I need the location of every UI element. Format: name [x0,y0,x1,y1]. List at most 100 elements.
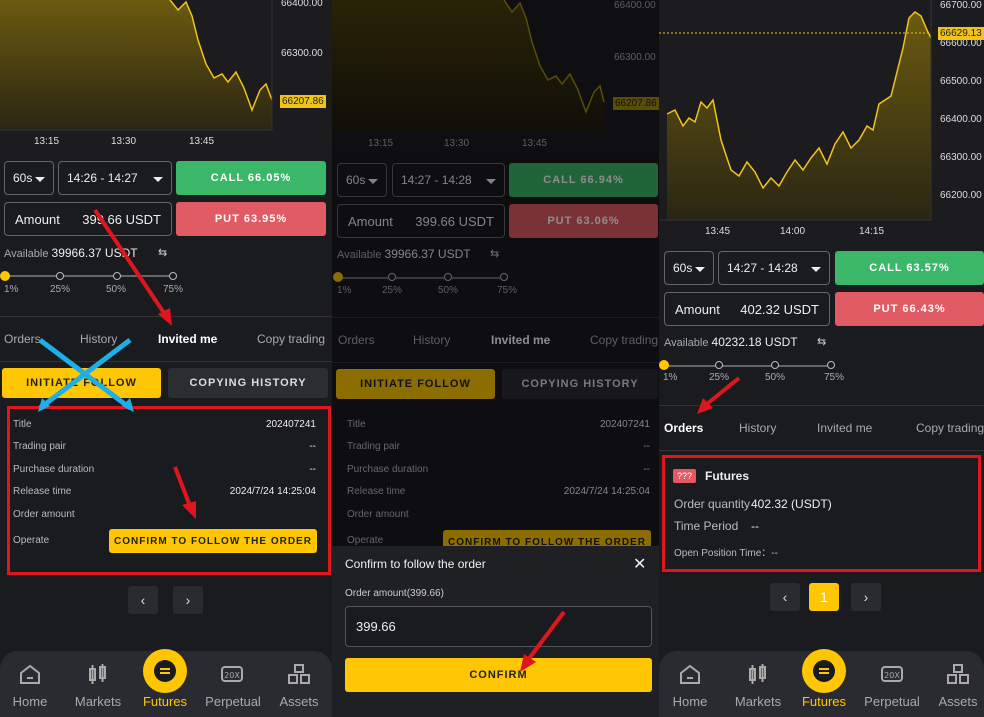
price-tag: 66207.86 [280,95,326,108]
swap-icon[interactable]: ⇆ [817,335,826,348]
nav-home[interactable]: Home [660,694,720,709]
perpetual-icon: 20X [221,666,243,682]
copying-history-button[interactable]: COPYING HISTORY [168,368,328,398]
y-tick-label: 66700.00 [940,0,982,11]
slider-percent: 75% [824,372,845,383]
time-range-select[interactable]: 14:26 - 14:27 [58,161,172,195]
put-button[interactable]: PUT 63.95% [176,202,326,236]
x-tick-label: 13:45 [705,226,731,237]
available-balance: Available 39966.37 USDT [4,246,138,260]
amount-field[interactable]: Amount 402.32 USDT [664,292,830,326]
nav-assets[interactable]: Assets [928,694,984,709]
confirm-follow-order-button[interactable]: CONFIRM TO FOLLOW THE ORDER [109,529,317,553]
swap-icon[interactable]: ⇆ [158,246,167,259]
interval-select[interactable]: 60s [4,161,54,195]
tab-orders[interactable]: Orders [4,332,41,346]
order-tabs: Orders History Invited me Copy trading [0,316,332,362]
initiate-follow-button[interactable]: INITIATE FOLLOW [2,368,161,398]
interval-value: 60s [13,171,33,185]
amount-field[interactable]: Amount 399.66 USDT [4,202,172,236]
slider-stop[interactable] [113,272,121,280]
nav-futures[interactable]: Futures [135,694,195,709]
detail-value: -- [309,464,316,475]
prev-page-button[interactable]: ‹ [128,586,158,614]
amount-slider[interactable] [6,275,174,277]
assets-icon [288,664,310,684]
chevron-down-icon [153,177,163,182]
call-button[interactable]: CALL 63.57% [835,251,984,285]
slider-handle[interactable] [659,360,669,370]
nav-futures[interactable]: Futures [794,694,854,709]
prev-page-button[interactable]: ‹ [770,583,800,611]
slider-percent: 50% [765,372,786,383]
chevron-down-icon [695,267,705,272]
interval-select[interactable]: 60s [664,251,714,285]
nav-perpetual[interactable]: Perpetual [202,694,264,709]
slider-stop[interactable] [715,361,723,369]
amount-slider[interactable] [665,365,833,367]
slider-stop[interactable] [56,272,64,280]
page-number-button[interactable]: 1 [809,583,839,611]
slider-percent: 1% [4,284,19,295]
nav-markets[interactable]: Markets [68,694,128,709]
slider-percent: 25% [709,372,730,383]
detail-label: Title [13,419,32,430]
available-value: 39966.37 USDT [51,246,138,260]
home-icon [20,664,40,684]
time-period-label: Time Period [674,519,739,533]
bottom-nav: Home Markets Futures 20X Perpetual Asset… [0,649,332,717]
tab-invited-me[interactable]: Invited me [158,332,217,346]
price-chart [659,0,984,240]
time-range-select[interactable]: 14:27 - 14:28 [718,251,830,285]
tab-copy-trading[interactable]: Copy trading [916,421,984,435]
interval-value: 60s [673,261,693,275]
slider-stop[interactable] [771,361,779,369]
put-button[interactable]: PUT 66.43% [835,292,984,326]
tab-invited-me[interactable]: Invited me [817,421,872,435]
chevron-left-icon: ‹ [140,592,146,608]
nav-markets[interactable]: Markets [728,694,788,709]
detail-value: 202407241 [265,419,316,430]
order-amount-value: 399.66 [356,619,396,634]
tab-history[interactable]: History [80,332,117,346]
tab-orders[interactable]: Orders [664,421,703,435]
slider-percent: 1% [663,372,678,383]
slider-handle[interactable] [0,271,10,281]
next-page-button[interactable]: › [851,583,881,611]
home-icon [680,664,700,684]
y-tick-label: 66400.00 [940,114,982,125]
perpetual-icon: 20X [881,666,903,682]
order-amount-input[interactable]: 399.66 [345,606,652,647]
x-tick-label: 14:00 [780,226,806,237]
nav-home[interactable]: Home [0,694,60,709]
slider-stop[interactable] [827,361,835,369]
futures-icon[interactable] [802,649,846,693]
svg-text:20X: 20X [224,671,240,680]
next-page-button[interactable]: › [173,586,203,614]
x-tick-label: 13:15 [34,136,60,147]
detail-label: Purchase duration [13,464,95,475]
svg-text:20X: 20X [884,671,900,680]
detail-label: Order amount [13,509,75,520]
time-range-value: 14:27 - 14:28 [727,261,798,275]
detail-label: Operate [13,535,50,546]
tab-copy-trading[interactable]: Copy trading [257,332,325,346]
call-button[interactable]: CALL 66.05% [176,161,326,195]
markets-icon [749,664,766,684]
price-tag: 66629.13 [938,27,984,40]
nav-perpetual[interactable]: Perpetual [860,694,924,709]
order-tabs: Orders History Invited me Copy trading [659,405,984,451]
close-icon[interactable]: ✕ [633,554,646,574]
nav-assets[interactable]: Assets [269,694,329,709]
futures-badge: ??? [673,469,697,483]
tab-history[interactable]: History [739,421,776,435]
slider-stop[interactable] [169,272,177,280]
detail-label: Release time [13,486,72,497]
futures-icon[interactable] [143,649,187,693]
available-balance: Available 40232.18 USDT [664,335,798,349]
confirm-button[interactable]: CONFIRM [345,658,652,692]
detail-label: Trading pair [13,441,66,452]
amount-label: Amount [15,211,60,227]
open-position-time: Open Position Time：-- [674,548,778,559]
bottom-nav: Home Markets Futures 20X Perpetual Asset… [659,649,984,717]
